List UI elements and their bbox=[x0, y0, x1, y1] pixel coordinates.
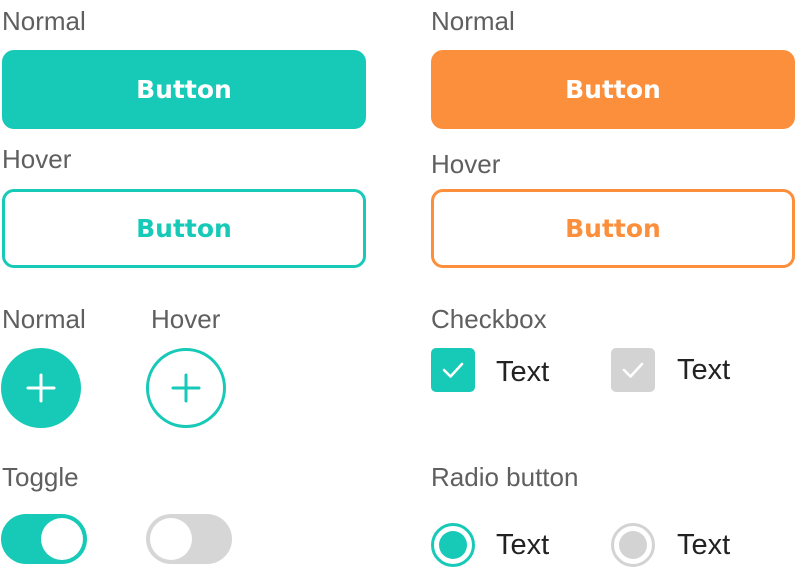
radio-dot bbox=[619, 531, 647, 559]
normal-label-orange: Normal bbox=[431, 6, 515, 36]
checkmark-icon bbox=[442, 362, 464, 378]
radio-label: Radio button bbox=[431, 462, 579, 492]
orange-button-hover[interactable]: Button bbox=[431, 189, 795, 268]
checkbox-checked[interactable] bbox=[431, 348, 475, 392]
radio-selected-text: Text bbox=[496, 529, 550, 561]
checkbox-checked-text: Text bbox=[496, 356, 550, 388]
plus-icon bbox=[26, 373, 56, 403]
hover-label-teal: Hover bbox=[2, 144, 72, 174]
radio-selected[interactable] bbox=[431, 523, 475, 567]
toggle-on[interactable] bbox=[1, 514, 87, 564]
add-button-hover[interactable] bbox=[146, 348, 226, 428]
toggle-label: Toggle bbox=[2, 462, 79, 492]
radio-disabled[interactable] bbox=[611, 523, 655, 567]
checkmark-icon bbox=[622, 362, 644, 378]
normal-label-teal: Normal bbox=[2, 6, 86, 36]
checkbox-label: Checkbox bbox=[431, 304, 547, 334]
toggle-off[interactable] bbox=[146, 514, 232, 564]
checkbox-disabled-text: Text bbox=[677, 354, 731, 386]
plus-icon bbox=[171, 373, 201, 403]
radio-disabled-text: Text bbox=[677, 529, 731, 561]
checkbox-disabled[interactable] bbox=[611, 348, 655, 392]
teal-button-normal[interactable]: Button bbox=[2, 50, 366, 129]
toggle-knob bbox=[150, 518, 192, 560]
fab-normal-label: Normal bbox=[2, 304, 86, 334]
hover-label-orange: Hover bbox=[431, 149, 501, 179]
toggle-knob bbox=[41, 518, 83, 560]
orange-button-normal[interactable]: Button bbox=[431, 50, 795, 129]
teal-button-hover[interactable]: Button bbox=[2, 189, 366, 268]
radio-dot bbox=[439, 531, 467, 559]
fab-hover-label: Hover bbox=[151, 304, 221, 334]
add-button-normal[interactable] bbox=[1, 348, 81, 428]
